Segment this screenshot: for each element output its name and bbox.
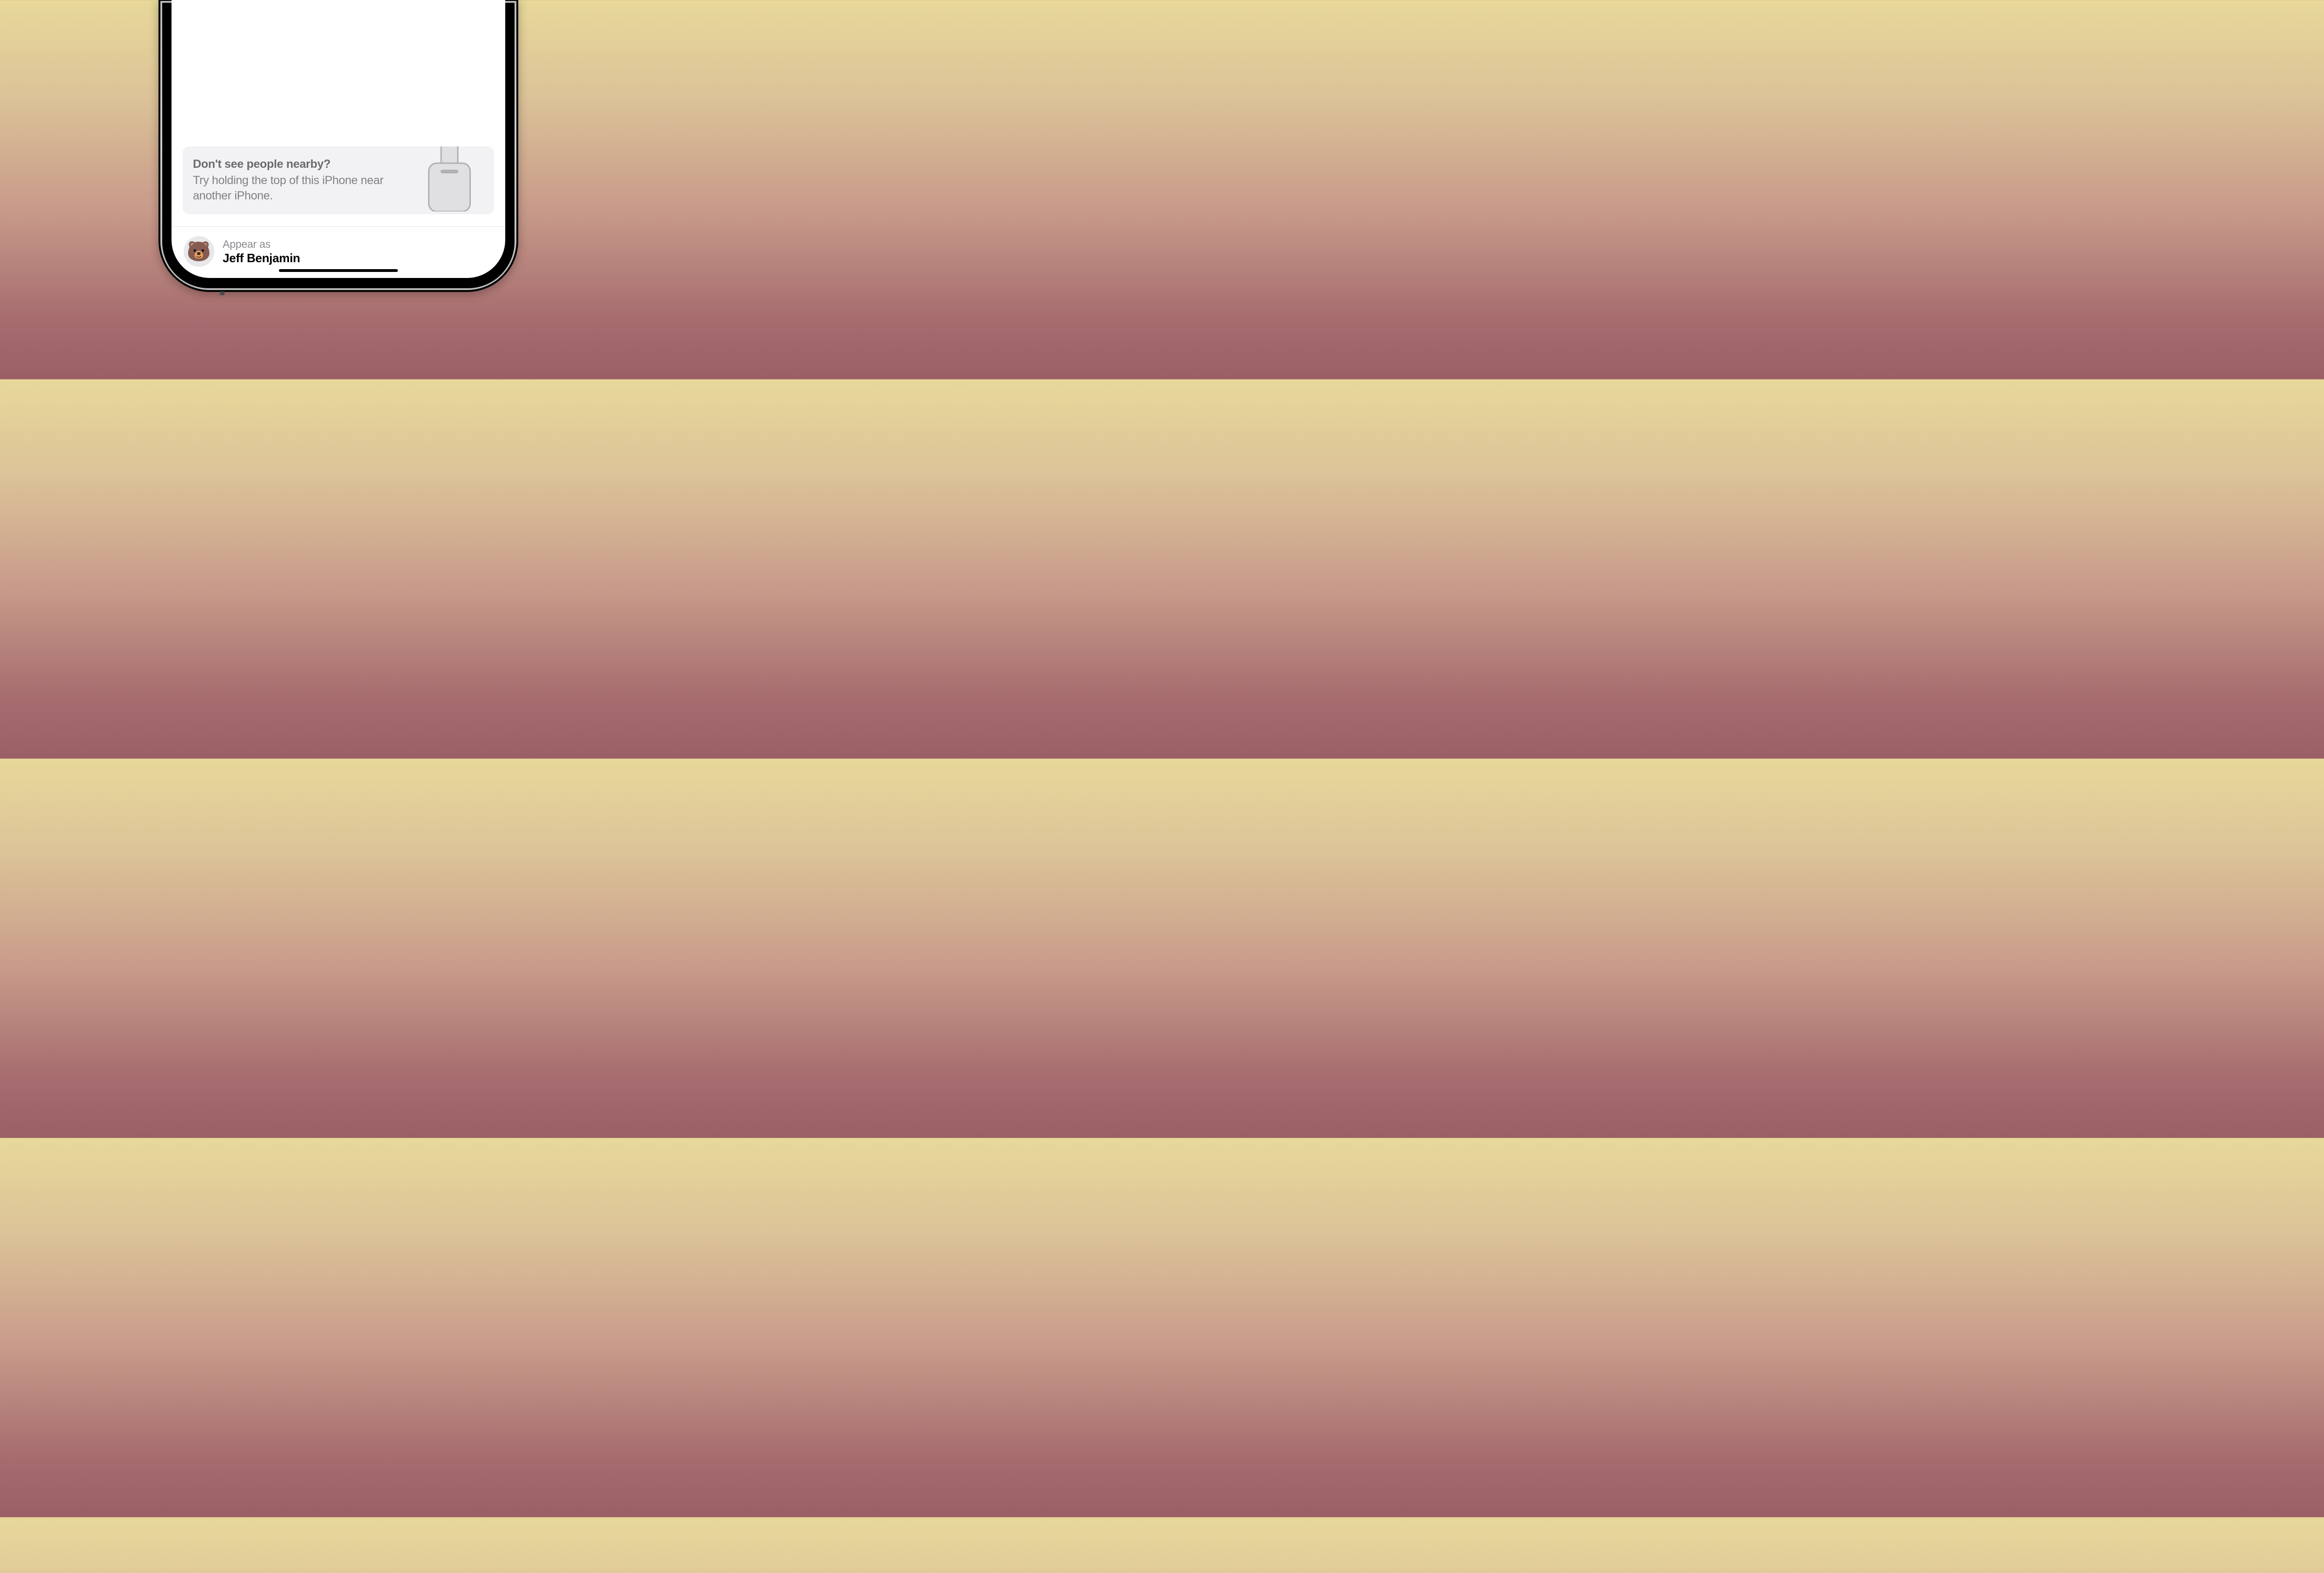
profile-text-block: Appear as Jeff Benjamin bbox=[223, 238, 300, 265]
avatar: 🐻 bbox=[184, 236, 214, 267]
home-indicator[interactable] bbox=[279, 269, 398, 272]
content-area: Don't see people nearby? Try holding the… bbox=[172, 0, 505, 278]
hint-description: Try holding the top of this iPhone near … bbox=[193, 173, 407, 203]
phone-proximity-icon bbox=[428, 146, 471, 214]
avatar-emoji: 🐻 bbox=[187, 242, 211, 261]
hint-title: Don't see people nearby? bbox=[193, 158, 407, 171]
hint-text-block: Don't see people nearby? Try holding the… bbox=[193, 158, 407, 203]
antenna-band bbox=[220, 291, 224, 295]
appear-as-label: Appear as bbox=[223, 238, 300, 251]
phone-screen: Don't see people nearby? Try holding the… bbox=[172, 0, 505, 278]
phone-frame: Don't see people nearby? Try holding the… bbox=[158, 0, 518, 293]
nearby-hint-card: Don't see people nearby? Try holding the… bbox=[183, 146, 494, 214]
profile-name: Jeff Benjamin bbox=[223, 251, 300, 265]
